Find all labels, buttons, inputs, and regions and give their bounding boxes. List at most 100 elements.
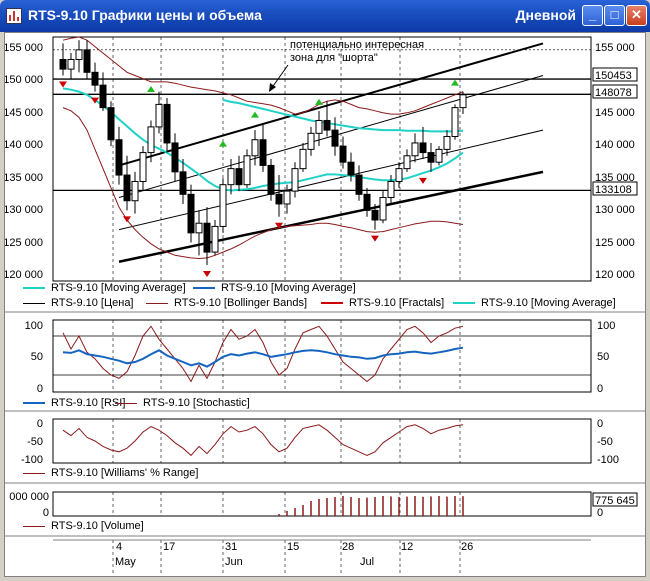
timeframe-label[interactable]: Дневной — [516, 7, 576, 23]
date-tick: 31 — [225, 541, 237, 553]
wpr-tick: -100 — [597, 454, 619, 466]
candle-body — [307, 132, 315, 150]
fractal-down-arrow — [419, 177, 427, 184]
candle-body — [347, 161, 355, 176]
legend-rsi[interactable]: RTS-9.10 [RSI] — [23, 397, 125, 409]
line-swatch — [23, 302, 45, 304]
date-axis[interactable]: 4 17 31 15 28 12 26 May Jun Jul — [115, 541, 473, 568]
candle-body — [403, 155, 411, 170]
price-tick: 125 000 — [595, 237, 635, 249]
candle-body — [315, 119, 323, 134]
line-swatch — [23, 472, 45, 474]
annotation-line-2: зона для "шорта" — [290, 52, 378, 64]
line-swatch — [23, 525, 45, 527]
candle-body — [171, 142, 179, 173]
date-tick: 4 — [116, 541, 122, 553]
chart-window-content: потенциально интересная зона для "шорта"… — [4, 32, 646, 577]
candle-body — [451, 107, 459, 138]
williams-panel-frame — [52, 418, 592, 464]
month-label: Jun — [225, 556, 243, 568]
candle-body — [179, 171, 187, 195]
legend-label: RTS-9.10 [Moving Average] — [221, 282, 356, 294]
legend-fractals[interactable]: RTS-9.10 [Fractals] — [321, 297, 444, 309]
candle-body — [371, 209, 379, 221]
candle-body — [267, 164, 275, 195]
candle-body — [395, 168, 403, 182]
volume-tick: 0 — [597, 507, 603, 519]
legend-ma-third[interactable]: RTS-9.10 [Moving Average] — [453, 297, 616, 309]
maximize-button[interactable]: □ — [604, 5, 625, 26]
wpr-tick: 0 — [597, 418, 603, 430]
legend-stochastic[interactable]: RTS-9.10 [Stochastic] — [115, 397, 250, 409]
price-chart — [53, 36, 591, 277]
candle-body — [379, 197, 387, 221]
candle-body — [203, 222, 211, 253]
candle-body — [195, 222, 203, 234]
date-tick: 26 — [461, 541, 473, 553]
legend-label: RTS-9.10 [Цена] — [51, 297, 134, 309]
candle-body — [251, 139, 259, 157]
osc-tick: 50 — [597, 351, 609, 363]
candle-body — [387, 180, 395, 199]
month-label: May — [115, 556, 136, 568]
osc-tick: 50 — [31, 351, 43, 363]
minimize-button[interactable]: _ — [582, 5, 603, 26]
candle-body — [187, 193, 195, 234]
candle-body — [131, 180, 139, 202]
candle-body — [323, 119, 331, 131]
fractal-up-arrow — [451, 79, 459, 86]
fractal-up-arrow — [219, 140, 227, 147]
legend-ma-short[interactable]: RTS-9.10 [Moving Average] — [23, 282, 186, 294]
legend-label: RTS-9.10 [Williams' % Range] — [51, 467, 199, 479]
volume-last-value: 775 645 — [595, 495, 635, 507]
annotation-line-1: потенциально интересная — [290, 39, 424, 51]
candle-body — [75, 49, 83, 60]
legend-label: RTS-9.10 [Fractals] — [349, 297, 445, 309]
fractal-up-arrow — [251, 111, 259, 118]
line-swatch — [23, 287, 45, 290]
candle-body — [443, 136, 451, 150]
legend-price[interactable]: RTS-9.10 [Цена] — [23, 297, 134, 309]
legend-ma-long[interactable]: RTS-9.10 [Moving Average] — [193, 282, 356, 294]
candle-body — [123, 174, 131, 202]
fractal-up-arrow — [147, 86, 155, 92]
date-tick: 28 — [342, 541, 354, 553]
osc-tick: 0 — [37, 383, 43, 395]
candle-body — [275, 193, 283, 205]
line-swatch — [115, 402, 137, 404]
price-tick: 130 000 — [5, 204, 43, 216]
close-button[interactable]: ✕ — [626, 5, 647, 26]
legend-bollinger[interactable]: RTS-9.10 [Bollinger Bands] — [146, 297, 307, 309]
date-tick: 12 — [401, 541, 413, 553]
legend-volume[interactable]: RTS-9.10 [Volume] — [23, 520, 144, 532]
price-tick: 145 000 — [595, 107, 635, 119]
line-swatch — [321, 302, 343, 305]
title-bar[interactable]: RTS-9.10 Графики цены и объема Дневной _… — [0, 0, 650, 32]
fractal-down-arrow — [59, 81, 67, 88]
legend-label: RTS-9.10 [Stochastic] — [143, 397, 250, 409]
candle-body — [227, 168, 235, 186]
candle-body — [59, 58, 67, 70]
price-tick: 145 000 — [5, 107, 43, 119]
candle-body — [107, 107, 115, 141]
volume-tick: 000 000 — [9, 491, 49, 503]
candle-body — [243, 155, 251, 186]
candle-body — [163, 103, 171, 144]
candle-body — [339, 145, 347, 163]
candle-body — [259, 139, 267, 166]
level-label: 148078 — [595, 87, 632, 99]
volume-chart — [278, 496, 464, 516]
line-swatch — [23, 402, 45, 405]
legend-williams[interactable]: RTS-9.10 [Williams' % Range] — [23, 467, 198, 479]
price-tick: 125 000 — [5, 237, 43, 249]
fractal-up-arrow — [315, 98, 323, 105]
price-tick: 120 000 — [595, 269, 635, 281]
price-tick: 120 000 — [5, 269, 43, 281]
chart-app-icon — [6, 8, 22, 24]
candle-body — [147, 126, 155, 154]
price-tick: 140 000 — [5, 139, 43, 151]
candle-body — [355, 174, 363, 195]
month-label: Jul — [360, 556, 374, 568]
price-tick: 150 000 — [5, 74, 43, 86]
rsi-line — [62, 346, 464, 368]
